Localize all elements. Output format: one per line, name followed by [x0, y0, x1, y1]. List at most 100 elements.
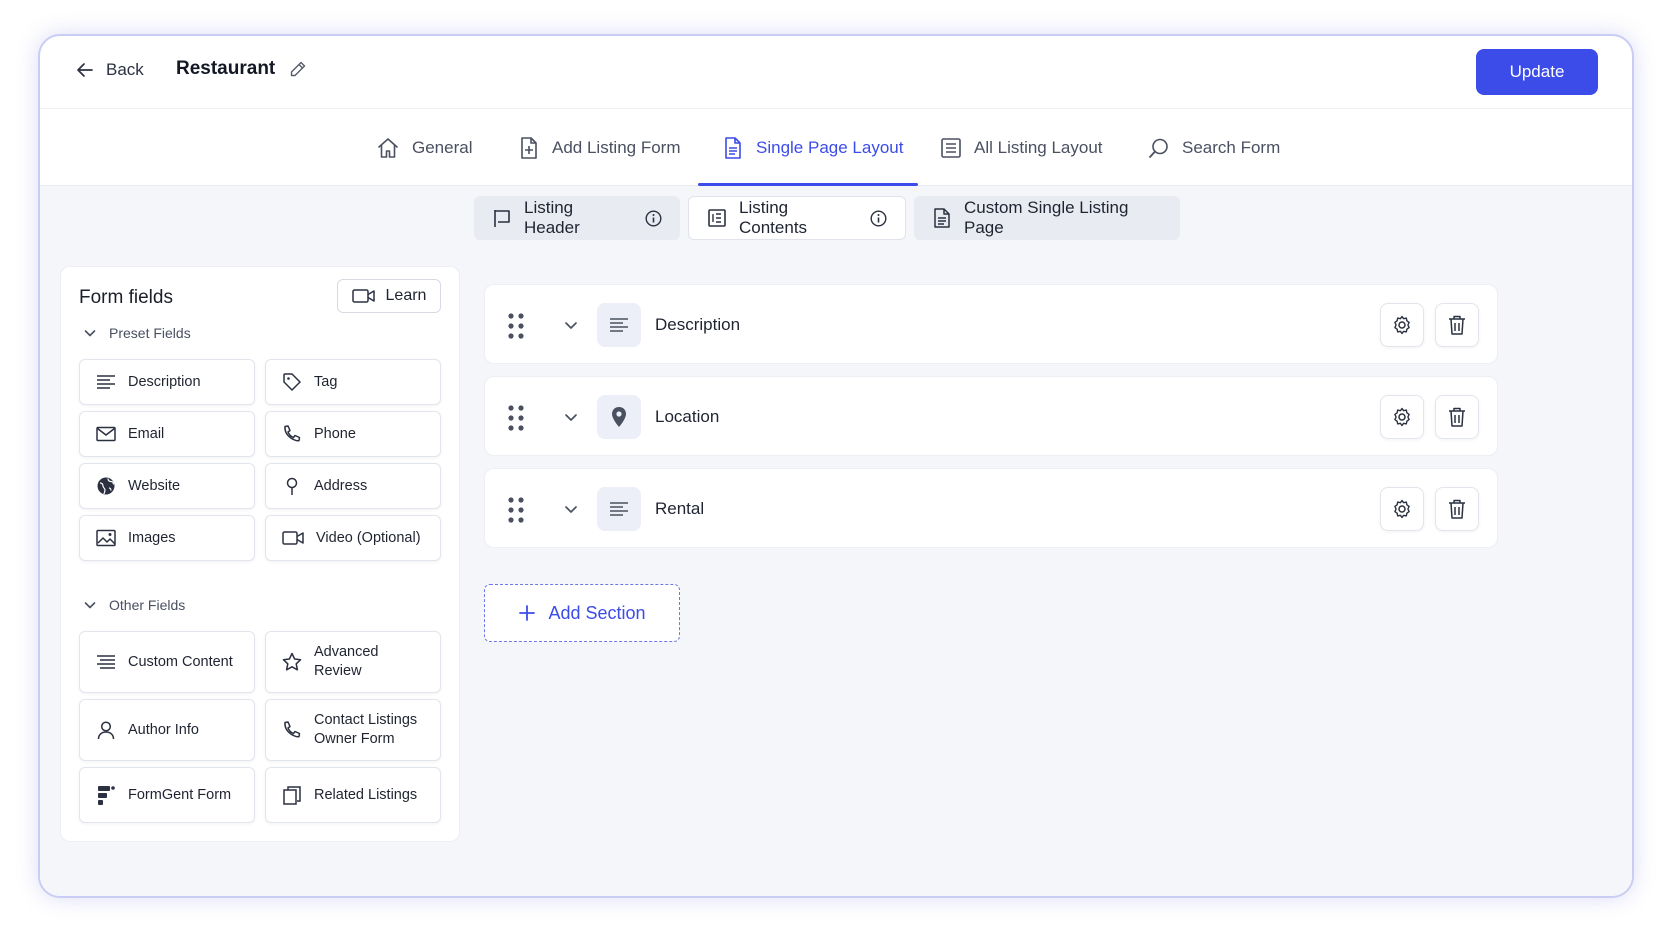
document-icon	[722, 136, 744, 160]
section-row: Rental	[484, 468, 1498, 548]
learn-button[interactable]: Learn	[337, 279, 441, 313]
section-title: Description	[655, 315, 741, 334]
section-settings-button[interactable]	[1380, 487, 1424, 531]
envelope-icon	[96, 426, 116, 442]
tab-label: Single Page Layout	[756, 138, 904, 157]
tab-all-listing-layout[interactable]: All Listing Layout	[940, 109, 1103, 187]
field-email[interactable]: Email	[79, 411, 255, 457]
drag-handle-icon[interactable]	[507, 497, 525, 523]
section-delete-button[interactable]	[1435, 487, 1479, 531]
trash-icon	[1448, 407, 1466, 427]
field-formgent-form[interactable]: FormGent Form	[79, 767, 255, 823]
text-lines-icon	[597, 487, 641, 531]
field-contact-owner-form[interactable]: Contact Listings Owner Form	[265, 699, 441, 761]
field-custom-content[interactable]: Custom Content	[79, 631, 255, 693]
section-settings-button[interactable]	[1380, 395, 1424, 439]
field-video[interactable]: Video (Optional)	[265, 515, 441, 561]
tab-search-form[interactable]: Search Form	[1148, 109, 1280, 187]
trash-icon	[1448, 499, 1466, 519]
tab-add-listing-form[interactable]: Add Listing Form	[518, 109, 681, 187]
tab-single-page-layout[interactable]: Single Page Layout	[722, 109, 903, 187]
subtab-listing-contents[interactable]: Listing Contents	[688, 196, 906, 240]
field-address[interactable]: Address	[265, 463, 441, 509]
field-description[interactable]: Description	[79, 359, 255, 405]
field-related-listings[interactable]: Related Listings	[265, 767, 441, 823]
chevron-down-icon[interactable]	[563, 409, 579, 425]
preset-fields-toggle[interactable]: Preset Fields	[83, 325, 191, 341]
tab-general[interactable]: General	[376, 109, 472, 187]
field-label: Phone	[314, 425, 356, 442]
field-label: Description	[128, 373, 201, 390]
image-icon	[96, 529, 116, 547]
field-label: Email	[128, 425, 165, 442]
learn-label: Learn	[385, 287, 427, 304]
field-label: Website	[128, 477, 181, 494]
drag-handle-icon[interactable]	[507, 313, 525, 339]
drag-handle-icon[interactable]	[507, 405, 525, 431]
section-delete-button[interactable]	[1435, 395, 1479, 439]
field-label: Contact Listings Owner Form	[314, 712, 418, 747]
field-author-info[interactable]: Author Info	[79, 699, 255, 761]
app-window: Back Restaurant Update General Add Listi…	[38, 34, 1634, 898]
layout-list-icon	[940, 137, 962, 159]
copy-icon	[282, 785, 302, 805]
info-icon[interactable]	[645, 209, 662, 227]
section-settings-button[interactable]	[1380, 303, 1424, 347]
chevron-down-icon	[83, 598, 97, 612]
add-section-label: Add Section	[548, 602, 646, 623]
form-fields-title: Form fields	[79, 287, 173, 308]
text-lines-icon	[96, 654, 116, 670]
form-fields-panel: Form fields Learn Preset Fields Descript…	[60, 266, 460, 842]
phone-icon	[282, 720, 302, 740]
section-title: Rental	[655, 499, 705, 518]
gear-icon	[1392, 315, 1412, 335]
gear-icon	[1392, 499, 1412, 519]
add-section-button[interactable]: Add Section	[484, 584, 680, 642]
tab-label: Add Listing Form	[552, 138, 681, 157]
chevron-down-icon[interactable]	[563, 501, 579, 517]
tab-label: All Listing Layout	[974, 138, 1103, 157]
chevron-down-icon[interactable]	[563, 317, 579, 333]
update-button[interactable]: Update	[1476, 49, 1598, 95]
field-label: FormGent Form	[128, 786, 232, 803]
user-icon	[96, 720, 116, 740]
content-area: Form fields Learn Preset Fields Descript…	[40, 252, 1632, 896]
video-icon	[351, 288, 376, 304]
other-fields-label: Other Fields	[109, 597, 186, 613]
tag-icon	[282, 372, 302, 392]
other-fields-toggle[interactable]: Other Fields	[83, 597, 185, 613]
field-tag[interactable]: Tag	[265, 359, 441, 405]
subtab-label: Custom Single Listing Page	[964, 198, 1129, 237]
gear-icon	[1392, 407, 1412, 427]
subtab-label: Listing Header	[524, 198, 580, 237]
arrow-left-icon	[76, 61, 94, 79]
back-button[interactable]: Back	[76, 60, 144, 80]
text-lines-icon	[96, 374, 116, 390]
back-label: Back	[106, 60, 144, 79]
subtab-listing-header[interactable]: Listing Header	[474, 196, 680, 240]
map-pin-filled-icon	[597, 395, 641, 439]
contents-icon	[707, 208, 727, 228]
field-website[interactable]: Website	[79, 463, 255, 509]
preset-fields-label: Preset Fields	[109, 325, 191, 341]
tab-label: Search Form	[1182, 138, 1281, 157]
field-label: Images	[128, 529, 176, 546]
info-icon[interactable]	[870, 209, 887, 227]
pencil-icon[interactable]	[289, 60, 307, 78]
phone-icon	[282, 424, 302, 444]
search-icon	[1148, 137, 1170, 159]
main-tabs: General Add Listing Form Single Page Lay…	[40, 108, 1632, 186]
field-phone[interactable]: Phone	[265, 411, 441, 457]
pin-icon	[282, 476, 302, 496]
field-label: Author Info	[128, 721, 199, 738]
subtab-custom-single-listing-page[interactable]: Custom Single Listing Page	[914, 196, 1180, 240]
section-delete-button[interactable]	[1435, 303, 1479, 347]
page-title: Restaurant	[176, 58, 307, 80]
field-images[interactable]: Images	[79, 515, 255, 561]
text-lines-icon	[597, 303, 641, 347]
field-advanced-review[interactable]: Advanced Review	[265, 631, 441, 693]
field-label: Address	[314, 477, 368, 494]
field-label: Video (Optional)	[316, 529, 421, 546]
file-plus-icon	[518, 136, 540, 160]
section-title: Location	[655, 407, 720, 426]
